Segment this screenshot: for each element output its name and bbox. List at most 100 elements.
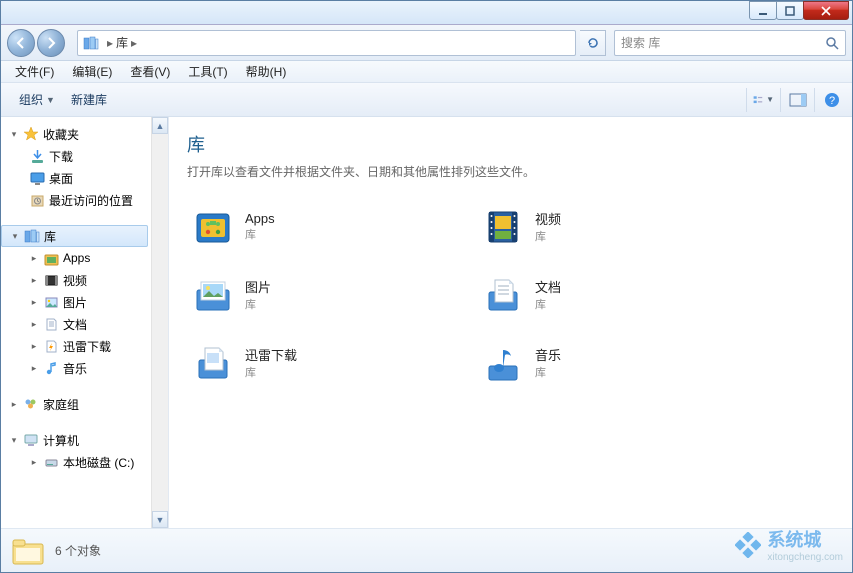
homegroup-icon (23, 396, 39, 412)
libraries-icon (82, 34, 100, 52)
help-button[interactable]: ? (814, 88, 842, 112)
menu-view[interactable]: 查看(V) (122, 61, 178, 82)
sidebar-item-music[interactable]: ▸ 音乐 (1, 357, 150, 379)
forward-button[interactable] (37, 29, 65, 57)
music-icon (481, 340, 525, 384)
command-bar: 组织 ▼ 新建库 ▼ ? (1, 83, 852, 117)
download-icon (29, 148, 45, 164)
expand-icon: ▸ (29, 275, 39, 285)
navigation-pane: ▾ 收藏夹 下载 桌面 最近访问的位置 (1, 117, 169, 528)
sidebar-item-thunder[interactable]: ▸ 迅雷下载 (1, 335, 150, 357)
computer-root[interactable]: ▾ 计算机 (1, 429, 150, 451)
close-button[interactable] (803, 1, 849, 20)
library-item-pictures[interactable]: 图片 库 (187, 268, 437, 320)
menu-edit[interactable]: 编辑(E) (64, 61, 120, 82)
status-bar: 6 个对象 (1, 528, 852, 572)
breadcrumb-arrow[interactable]: ▸ (131, 36, 137, 50)
chevron-down-icon: ▼ (766, 95, 774, 104)
organize-button[interactable]: 组织 ▼ (11, 87, 63, 112)
library-name: 音乐 (535, 345, 561, 364)
favorites-group: ▾ 收藏夹 下载 桌面 最近访问的位置 (1, 123, 168, 211)
collapse-icon: ▾ (10, 231, 20, 241)
thunder-icon (191, 340, 235, 384)
breadcrumb-segment[interactable]: 库 (116, 34, 128, 51)
homegroup-root[interactable]: ▸ 家庭组 (1, 393, 150, 415)
menu-help[interactable]: 帮助(H) (238, 61, 295, 82)
library-name: 文档 (535, 277, 561, 296)
library-item-music[interactable]: 音乐 库 (477, 336, 727, 388)
view-options-button[interactable]: ▼ (746, 88, 774, 112)
status-count: 6 个对象 (55, 542, 101, 559)
search-icon (825, 36, 839, 50)
preview-pane-button[interactable] (780, 88, 808, 112)
library-item-thunder[interactable]: 迅雷下载 库 (187, 336, 437, 388)
library-name: 图片 (245, 277, 271, 296)
sidebar-item-disk-c[interactable]: ▸ 本地磁盘 (C:) (1, 451, 150, 473)
refresh-button[interactable] (580, 30, 606, 56)
favorites-root[interactable]: ▾ 收藏夹 (1, 123, 150, 145)
libraries-label: 库 (44, 228, 56, 245)
recent-icon (29, 192, 45, 208)
search-box[interactable]: 搜索 库 (614, 30, 846, 56)
menu-file[interactable]: 文件(F) (7, 61, 62, 82)
sidebar-item-desktop[interactable]: 桌面 (1, 167, 150, 189)
chevron-down-icon: ▼ (46, 95, 55, 105)
library-item-videos[interactable]: 视频 库 (477, 200, 727, 252)
address-bar[interactable]: ▸ 库 ▸ (77, 30, 576, 56)
scroll-up-button[interactable]: ▲ (152, 117, 168, 134)
expand-icon: ▸ (29, 297, 39, 307)
sidebar-item-documents[interactable]: ▸ 文档 (1, 313, 150, 335)
library-name: 迅雷下载 (245, 345, 297, 364)
expand-icon: ▸ (9, 399, 19, 409)
libraries-root[interactable]: ▾ 库 (1, 225, 148, 247)
content-pane: 库 打开库以查看文件并根据文件夹、日期和其他属性排列这些文件。 Apps 库 (169, 117, 852, 528)
maximize-button[interactable] (776, 1, 804, 20)
navigation-bar: ▸ 库 ▸ 搜索 库 (1, 25, 852, 61)
menu-tools[interactable]: 工具(T) (180, 61, 235, 82)
expand-icon: ▸ (29, 253, 39, 263)
expand-icon: ▸ (29, 457, 39, 467)
svg-text:?: ? (828, 95, 834, 107)
homegroup-label: 家庭组 (43, 396, 79, 413)
library-item-documents[interactable]: 文档 库 (477, 268, 727, 320)
homegroup-group: ▸ 家庭组 (1, 393, 168, 415)
library-sublabel: 库 (245, 364, 297, 380)
sidebar-item-apps[interactable]: ▸ Apps (1, 247, 150, 269)
collapse-icon: ▾ (9, 129, 19, 139)
minimize-button[interactable] (749, 1, 777, 20)
expand-icon: ▸ (29, 341, 39, 351)
library-sublabel: 库 (245, 226, 275, 242)
apps-icon (43, 250, 59, 266)
sidebar-item-downloads[interactable]: 下载 (1, 145, 150, 167)
library-sublabel: 库 (535, 364, 561, 380)
body: ▾ 收藏夹 下载 桌面 最近访问的位置 (1, 117, 852, 528)
library-sublabel: 库 (535, 228, 561, 244)
nav-history-buttons (7, 29, 67, 57)
expand-icon: ▸ (29, 319, 39, 329)
disk-icon (43, 454, 59, 470)
sidebar-item-videos[interactable]: ▸ 视频 (1, 269, 150, 291)
library-name: 视频 (535, 209, 561, 228)
breadcrumb-arrow[interactable]: ▸ (107, 36, 113, 50)
video-icon (481, 204, 525, 248)
sidebar-item-recent[interactable]: 最近访问的位置 (1, 189, 150, 211)
titlebar-buttons (750, 1, 849, 20)
search-placeholder: 搜索 库 (621, 34, 660, 51)
library-name: Apps (245, 211, 275, 226)
pictures-icon (191, 272, 235, 316)
thunder-icon (43, 338, 59, 354)
sidebar-scrollbar[interactable]: ▲ ▼ (151, 117, 168, 528)
apps-icon (191, 204, 235, 248)
back-button[interactable] (7, 29, 35, 57)
library-sublabel: 库 (245, 296, 271, 312)
page-description: 打开库以查看文件并根据文件夹、日期和其他属性排列这些文件。 (187, 163, 834, 180)
scroll-down-button[interactable]: ▼ (152, 511, 168, 528)
expand-icon: ▸ (29, 363, 39, 373)
favorites-label: 收藏夹 (43, 126, 79, 143)
menu-bar: 文件(F) 编辑(E) 查看(V) 工具(T) 帮助(H) (1, 61, 852, 83)
library-item-apps[interactable]: Apps 库 (187, 200, 437, 252)
new-library-button[interactable]: 新建库 (63, 87, 115, 112)
sidebar-item-pictures[interactable]: ▸ 图片 (1, 291, 150, 313)
titlebar (1, 1, 852, 25)
libraries-icon (24, 228, 40, 244)
